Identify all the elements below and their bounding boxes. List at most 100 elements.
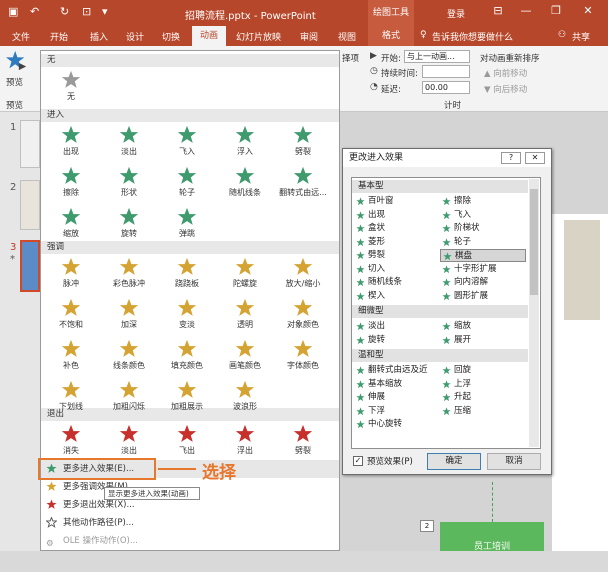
anim-entrance-9[interactable]: 翻转式由远... bbox=[275, 164, 331, 204]
tab-insert[interactable]: 插入 bbox=[90, 30, 108, 43]
effect-moderate-2[interactable]: 基本缩放 bbox=[354, 378, 440, 391]
anim-entrance-1[interactable]: 淡出 bbox=[101, 123, 157, 163]
effect-basic-8[interactable]: 劈裂 bbox=[354, 249, 440, 262]
restore-button[interactable]: ❐ bbox=[546, 4, 566, 20]
effect-basic-10[interactable]: 切入 bbox=[354, 263, 440, 276]
move-later-button[interactable]: ▼ 向后移动 bbox=[484, 83, 527, 95]
anim-none[interactable]: 无 bbox=[43, 68, 99, 108]
move-earlier-button[interactable]: ▲ 向前移动 bbox=[484, 67, 527, 79]
effect-moderate-5[interactable]: 升起 bbox=[440, 391, 526, 404]
tab-file[interactable]: 文件 bbox=[12, 30, 30, 43]
preview-checkbox[interactable]: ✓ bbox=[353, 456, 363, 466]
ok-button[interactable]: 确定 bbox=[427, 453, 481, 470]
slide-thumbnail-2[interactable] bbox=[20, 180, 40, 230]
effect-moderate-7[interactable]: 压缩 bbox=[440, 405, 526, 418]
redo-icon[interactable]: ↻ bbox=[60, 5, 69, 18]
anim-entrance-4[interactable]: 劈裂 bbox=[275, 123, 331, 163]
anim-entrance-5[interactable]: 擦除 bbox=[43, 164, 99, 204]
dialog-close-button[interactable]: ✕ bbox=[525, 152, 545, 164]
effect-basic-7[interactable]: 轮子 bbox=[440, 236, 526, 249]
tab-design[interactable]: 设计 bbox=[126, 30, 144, 43]
effect-moderate-8[interactable]: 中心旋转 bbox=[354, 418, 440, 431]
anim-emphasis-10[interactable]: 补色 bbox=[43, 337, 99, 377]
anim-entrance-12[interactable]: 弹跳 bbox=[159, 205, 215, 245]
tab-animations[interactable]: 动画 bbox=[192, 26, 226, 46]
anim-emphasis-3[interactable]: 陀螺旋 bbox=[217, 255, 273, 295]
preview-button[interactable]: 预览 bbox=[6, 76, 23, 88]
effect-basic-9[interactable]: 棋盘 bbox=[440, 249, 526, 262]
anim-entrance-7[interactable]: 轮子 bbox=[159, 164, 215, 204]
effect-basic-14[interactable]: 楔入 bbox=[354, 290, 440, 303]
anim-emphasis-5[interactable]: 不饱和 bbox=[43, 296, 99, 336]
tab-view[interactable]: 视图 bbox=[338, 30, 356, 43]
other-motion-paths[interactable]: 其他动作路径(P)... bbox=[41, 514, 339, 532]
ole-action-verbs[interactable]: ⚙ OLE 操作动作(O)... bbox=[41, 532, 339, 550]
slide-box-training[interactable]: 员工培训 bbox=[440, 522, 544, 552]
anim-emphasis-18[interactable]: 波浪形 bbox=[217, 378, 273, 418]
tab-review[interactable]: 审阅 bbox=[300, 30, 318, 43]
scrollbar[interactable] bbox=[529, 179, 539, 447]
effect-moderate-1[interactable]: 回旋 bbox=[440, 364, 526, 377]
effect-moderate-4[interactable]: 伸展 bbox=[354, 391, 440, 404]
present-icon[interactable]: ⊡ bbox=[82, 5, 91, 18]
effect-options-label[interactable]: 择项 bbox=[342, 52, 359, 64]
anim-entrance-2[interactable]: 飞入 bbox=[159, 123, 215, 163]
scrollbar-thumb[interactable] bbox=[530, 189, 538, 295]
anim-exit-1[interactable]: 淡出 bbox=[101, 422, 157, 462]
anim-entrance-0[interactable]: 出现 bbox=[43, 123, 99, 163]
anim-entrance-3[interactable]: 浮入 bbox=[217, 123, 273, 163]
delay-input[interactable]: 00.00 bbox=[422, 81, 470, 94]
anim-emphasis-1[interactable]: 彩色脉冲 bbox=[101, 255, 157, 295]
anim-exit-0[interactable]: 消失 bbox=[43, 422, 99, 462]
customize-icon[interactable]: ▾ bbox=[102, 5, 108, 18]
anim-exit-3[interactable]: 浮出 bbox=[217, 422, 273, 462]
effect-subtle-2[interactable]: 旋转 bbox=[354, 334, 440, 347]
effect-subtle-0[interactable]: 淡出 bbox=[354, 320, 440, 333]
anim-exit-2[interactable]: 飞出 bbox=[159, 422, 215, 462]
anim-entrance-6[interactable]: 形状 bbox=[101, 164, 157, 204]
save-icon[interactable]: ▣ bbox=[8, 5, 18, 18]
effect-basic-0[interactable]: 百叶窗 bbox=[354, 195, 440, 208]
effect-basic-1[interactable]: 擦除 bbox=[440, 195, 526, 208]
ribbon-display-icon[interactable]: ⊟ bbox=[488, 4, 508, 20]
anim-emphasis-7[interactable]: 变淡 bbox=[159, 296, 215, 336]
anim-emphasis-9[interactable]: 对象颜色 bbox=[275, 296, 331, 336]
effect-moderate-6[interactable]: 下浮 bbox=[354, 405, 440, 418]
tell-me-box[interactable]: 告诉我你想要做什么 bbox=[432, 30, 513, 43]
effect-subtle-3[interactable]: 展开 bbox=[440, 334, 526, 347]
slide-thumbnail-3[interactable] bbox=[20, 240, 40, 292]
undo-icon[interactable]: ↶ bbox=[30, 5, 39, 18]
anim-emphasis-12[interactable]: 填充颜色 bbox=[159, 337, 215, 377]
effect-basic-3[interactable]: 飞入 bbox=[440, 209, 526, 222]
anim-emphasis-13[interactable]: 画笔颜色 bbox=[217, 337, 273, 377]
effect-moderate-0[interactable]: 翻转式由远及近 bbox=[354, 364, 440, 377]
slide-shape[interactable] bbox=[564, 220, 600, 320]
effect-subtle-1[interactable]: 缩放 bbox=[440, 320, 526, 333]
effect-basic-2[interactable]: 出现 bbox=[354, 209, 440, 222]
share-button[interactable]: 共享 bbox=[572, 30, 590, 43]
close-button[interactable]: ✕ bbox=[578, 4, 598, 20]
effect-basic-5[interactable]: 阶梯状 bbox=[440, 222, 526, 235]
anim-emphasis-8[interactable]: 透明 bbox=[217, 296, 273, 336]
minimize-button[interactable]: — bbox=[516, 4, 536, 20]
anim-emphasis-4[interactable]: 放大/缩小 bbox=[275, 255, 331, 295]
slide-thumbnail-1[interactable] bbox=[20, 120, 40, 168]
anim-entrance-11[interactable]: 旋转 bbox=[101, 205, 157, 245]
anim-emphasis-0[interactable]: 脉冲 bbox=[43, 255, 99, 295]
anim-emphasis-2[interactable]: 跷跷板 bbox=[159, 255, 215, 295]
effect-moderate-3[interactable]: 上浮 bbox=[440, 378, 526, 391]
tab-transitions[interactable]: 切换 bbox=[162, 30, 180, 43]
effect-basic-6[interactable]: 菱形 bbox=[354, 236, 440, 249]
anim-entrance-10[interactable]: 缩放 bbox=[43, 205, 99, 245]
tab-home[interactable]: 开始 bbox=[50, 30, 68, 43]
effect-basic-11[interactable]: 十字形扩展 bbox=[440, 263, 526, 276]
start-select[interactable]: 与上一动画... bbox=[404, 50, 470, 63]
effect-basic-12[interactable]: 随机线条 bbox=[354, 276, 440, 289]
effect-basic-15[interactable]: 圆形扩展 bbox=[440, 290, 526, 303]
duration-input[interactable] bbox=[422, 65, 470, 78]
anim-emphasis-11[interactable]: 线条颜色 bbox=[101, 337, 157, 377]
anim-entrance-8[interactable]: 随机线条 bbox=[217, 164, 273, 204]
login-button[interactable]: 登录 bbox=[447, 7, 465, 20]
tab-slideshow[interactable]: 幻灯片放映 bbox=[236, 30, 281, 43]
anim-emphasis-16[interactable]: 加粗闪烁 bbox=[101, 378, 157, 418]
